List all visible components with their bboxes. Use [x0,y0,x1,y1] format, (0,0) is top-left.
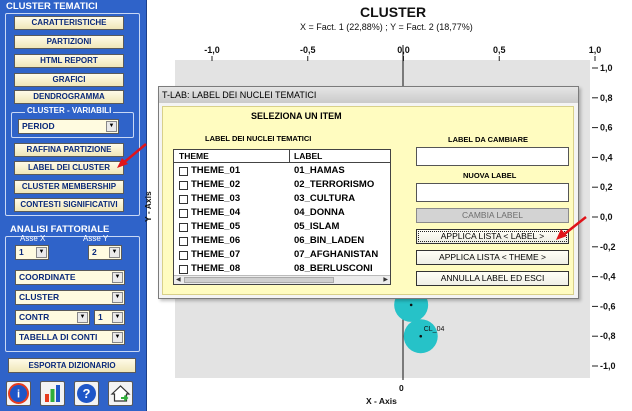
new-label-field[interactable] [416,183,569,202]
list-title: LABEL DEI NUCLEI TEMATICI [205,134,312,143]
row-label: 05_ISLAM [294,221,340,232]
scroll-left-icon[interactable]: ◀ [176,276,181,284]
y-tick-label: -0,8 [600,331,616,341]
scrollbar-thumb[interactable] [184,277,334,283]
list-item[interactable]: THEME_07 07_AFGHANISTAN [174,249,390,262]
row-theme: THEME_06 [191,235,241,246]
row-checkbox[interactable] [179,265,188,274]
x-tick-label: 0,0 [397,45,410,55]
y-tick-label: 0,4 [600,152,613,162]
list-item[interactable]: THEME_03 03_CULTURA [174,193,390,206]
column-header-label[interactable]: LABEL [294,151,322,161]
x-tick-label: 1,0 [589,45,602,55]
apply-label-list-button[interactable]: APPLICA LISTA < LABEL > [416,229,569,244]
row-checkbox[interactable] [179,251,188,260]
list-header: THEME LABEL [174,150,390,163]
x-tick-label: -0,5 [300,45,316,55]
apply-theme-list-button[interactable]: APPLICA LISTA < THEME > [416,250,569,265]
row-theme: THEME_04 [191,207,241,218]
y-axis-ticks: 1,0 0,8 0,6 0,4 0,2 0,0 -0,2 -0,4 -0,6 -0,8 -1,0 [592,63,616,371]
row-checkbox[interactable] [179,195,188,204]
y-tick-label: -0,4 [600,272,616,282]
row-theme: THEME_07 [191,249,241,260]
dialog-title-bar[interactable]: T-LAB: LABEL DEI NUCLEI TEMATICI [159,87,578,103]
list-item[interactable]: THEME_06 06_BIN_LADEN [174,235,390,248]
label-to-change-field[interactable] [416,147,569,166]
label-dialog: T-LAB: LABEL DEI NUCLEI TEMATICI SELEZIO… [158,86,579,299]
list-item[interactable]: THEME_05 05_ISLAM [174,221,390,234]
y-tick-label: 1,0 [600,63,613,73]
x-tick-label: 0,5 [493,45,506,55]
dialog-title: T-LAB: LABEL DEI NUCLEI TEMATICI [162,90,317,100]
row-label: 01_HAMAS [294,165,345,176]
change-label-button[interactable]: CAMBIA LABEL [416,208,569,223]
list-item[interactable]: THEME_01 01_HAMAS [174,165,390,178]
dialog-body: SELEZIONA UN ITEM LABEL DEI NUCLEI TEMAT… [162,106,574,295]
cluster-point-center [419,334,423,338]
y-tick-label: 0,6 [600,123,613,133]
row-label: 03_CULTURA [294,193,356,204]
new-label-caption: NUOVA LABEL [463,171,517,180]
row-label: 02_TERRORISMO [294,179,375,190]
theme-label-list[interactable]: THEME LABEL THEME_01 01_HAMAS THEME_02 0… [173,149,391,285]
row-label: 07_AFGHANISTAN [294,249,379,260]
list-item[interactable]: THEME_02 02_TERRORISMO [174,179,390,192]
cancel-label-button[interactable]: ANNULLA LABEL ED ESCI [416,271,569,286]
row-checkbox[interactable] [179,209,188,218]
cluster-point-label: CL_04 [424,326,445,333]
row-checkbox[interactable] [179,181,188,190]
list-horizontal-scrollbar[interactable]: ◀ ▶ [174,275,390,284]
column-header-theme[interactable]: THEME [179,151,209,161]
y-tick-label: -0,2 [600,242,616,252]
row-checkbox[interactable] [179,237,188,246]
y-tick-label: -0,6 [600,301,616,311]
cluster-point-center [409,303,413,307]
row-label: 06_BIN_LADEN [294,235,365,246]
row-theme: THEME_01 [191,165,241,176]
y-tick-label: 0,2 [600,182,613,192]
scroll-right-icon[interactable]: ▶ [383,276,388,284]
row-theme: THEME_05 [191,221,241,232]
y-tick-label: 0,0 [600,212,613,222]
row-theme: THEME_03 [191,193,241,204]
row-label: 08_BERLUSCONI [294,263,373,274]
x-tick-label: -1,0 [204,45,220,55]
dialog-heading: SELEZIONA UN ITEM [251,111,342,121]
row-label: 04_DONNA [294,207,345,218]
list-item[interactable]: THEME_04 04_DONNA [174,207,390,220]
y-tick-label: -1,0 [600,361,616,371]
row-checkbox[interactable] [179,223,188,232]
row-theme: THEME_08 [191,263,241,274]
label-to-change-caption: LABEL DA CAMBIARE [448,135,528,144]
row-checkbox[interactable] [179,167,188,176]
row-theme: THEME_02 [191,179,241,190]
y-tick-label: 0,8 [600,93,613,103]
